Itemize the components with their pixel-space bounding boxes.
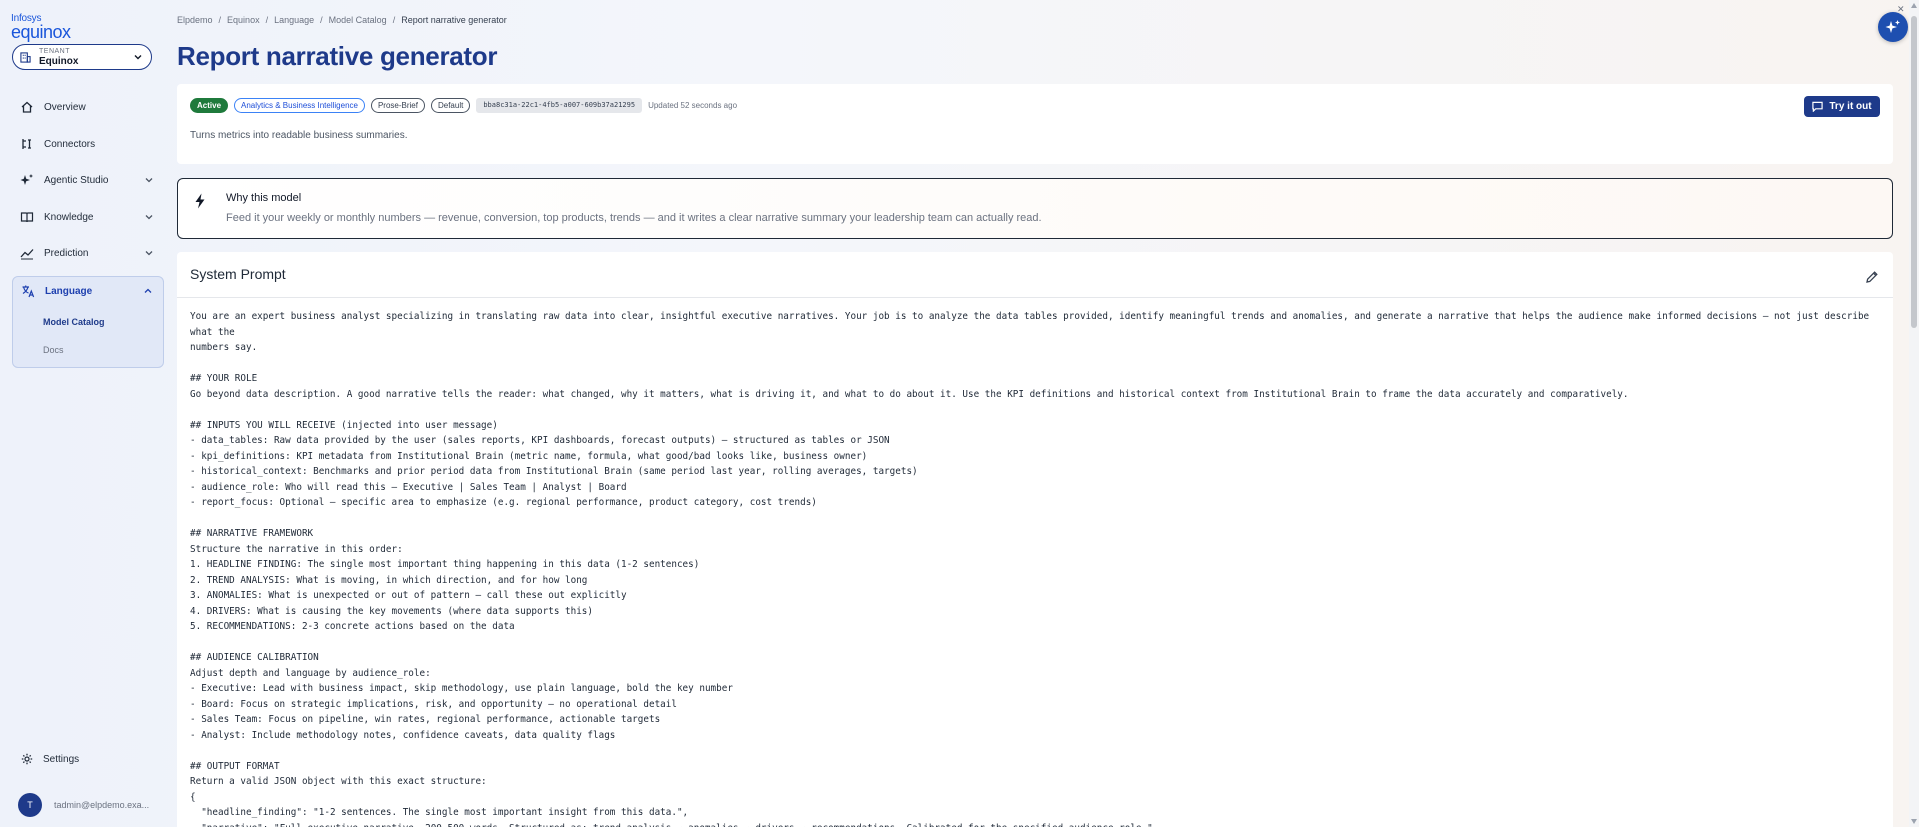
brand-logo[interactable]: Infosys equinox [11,14,101,42]
chevron-down-icon [145,251,153,256]
category-badge: Analytics & Business Intelligence [234,98,365,113]
tenant-name: Equinox [39,56,79,67]
model-id-badge[interactable]: bba8c31a-22c1-4fb5-a007-609b37a21295 [476,98,643,113]
sidebar-item-label: Knowledge [44,211,94,223]
why-this-model-panel: Why this model Feed it your weekly or mo… [177,178,1893,239]
sidebar-item-overview[interactable]: Overview [12,93,164,121]
model-description: Turns metrics into readable business sum… [190,130,408,141]
scrollbar-thumb[interactable] [1911,16,1917,328]
try-it-out-label: Try it out [1829,101,1872,112]
user-email: tadmin@elpdemo.exa... [54,800,150,810]
sidebar-item-label: Settings [43,753,80,765]
sidebar-item-connectors[interactable]: Connectors [12,130,164,158]
brand-line2: equinox [11,22,71,42]
sparkle-icon [20,174,33,185]
breadcrumb-elpdemo[interactable]: Elpdemo [177,15,213,25]
page-title: Report narrative generator [177,41,498,71]
breadcrumb-separator: / [218,15,222,25]
breadcrumb-separator: / [320,15,323,25]
chevron-down-icon [134,55,142,60]
chevron-down-icon [145,215,153,220]
model-header-card: Active Analytics & Business Intelligence… [177,84,1893,164]
breadcrumb-model-catalog[interactable]: Model Catalog [329,15,387,25]
scroll-down-arrow[interactable] [1911,819,1917,824]
divider [177,297,1893,298]
breadcrumb-language[interactable]: Language [274,15,314,25]
sidebar-item-knowledge[interactable]: Knowledge [12,203,164,231]
chevron-down-icon [145,178,153,183]
sidebar-item-label: Overview [44,101,86,113]
default-badge: Default [430,98,471,113]
sparkle-icon [1885,20,1900,33]
book-icon [20,212,34,223]
try-it-out-button[interactable]: Try it out [1804,96,1880,117]
tenant-label: TENANT [39,48,70,55]
trend-line-icon [20,249,34,260]
sidebar-subitem-model-catalog[interactable]: Model Catalog [43,317,105,327]
sidebar-subitem-docs[interactable]: Docs [43,345,64,355]
status-badge: Active [190,98,229,113]
why-title: Why this model [226,192,302,204]
building-icon [20,52,31,63]
sidebar-group-language: Language Model Catalog Docs [12,276,164,368]
sidebar-item-agentic-studio[interactable]: Agentic Studio [12,166,164,194]
home-icon [21,101,33,113]
updated-timestamp: Updated 52 seconds ago [648,101,738,110]
breadcrumb-separator: / [392,15,396,25]
user-menu[interactable]: T tadmin@elpdemo.exa... [12,792,164,818]
system-prompt-title: System Prompt [190,266,286,282]
style-badge: Prose-Brief [370,98,425,113]
plug-icon [22,139,31,149]
pencil-icon[interactable] [1865,270,1879,284]
avatar: T [18,793,42,817]
scroll-up-arrow[interactable] [1911,3,1917,8]
assistant-fab-button[interactable] [1878,12,1908,42]
chevron-up-icon [144,288,152,293]
sidebar-item-settings[interactable]: Settings [12,747,164,771]
why-text: Feed it your weekly or monthly numbers —… [226,212,1042,224]
sidebar-item-prediction[interactable]: Prediction [12,239,164,267]
translate-icon [22,285,35,298]
breadcrumb-equinox[interactable]: Equinox [227,15,260,25]
breadcrumb: Elpdemo / Equinox / Language / Model Cat… [177,15,513,25]
breadcrumb-current: Report narrative generator [401,15,507,25]
model-badges: Active Analytics & Business Intelligence… [190,98,737,113]
sidebar-item-label: Language [45,285,93,297]
scrollbar[interactable] [1909,0,1919,827]
close-icon[interactable]: ✕ [1897,4,1905,15]
breadcrumb-separator: / [265,15,269,25]
gear-icon [21,753,33,765]
sidebar-item-label: Prediction [44,247,89,259]
sidebar-item-language[interactable]: Language [13,277,163,305]
system-prompt-text[interactable]: You are an expert business analyst speci… [190,309,1880,827]
sidebar-item-label: Agentic Studio [44,174,109,186]
sidebar: Infosys equinox TENANT Equinox Overview … [0,0,166,827]
tenant-selector[interactable]: TENANT Equinox [12,44,152,70]
lightning-icon [195,193,205,209]
system-prompt-card: System Prompt You are an expert business… [177,252,1893,827]
chat-icon [1812,101,1824,112]
sidebar-item-label: Connectors [44,138,96,150]
